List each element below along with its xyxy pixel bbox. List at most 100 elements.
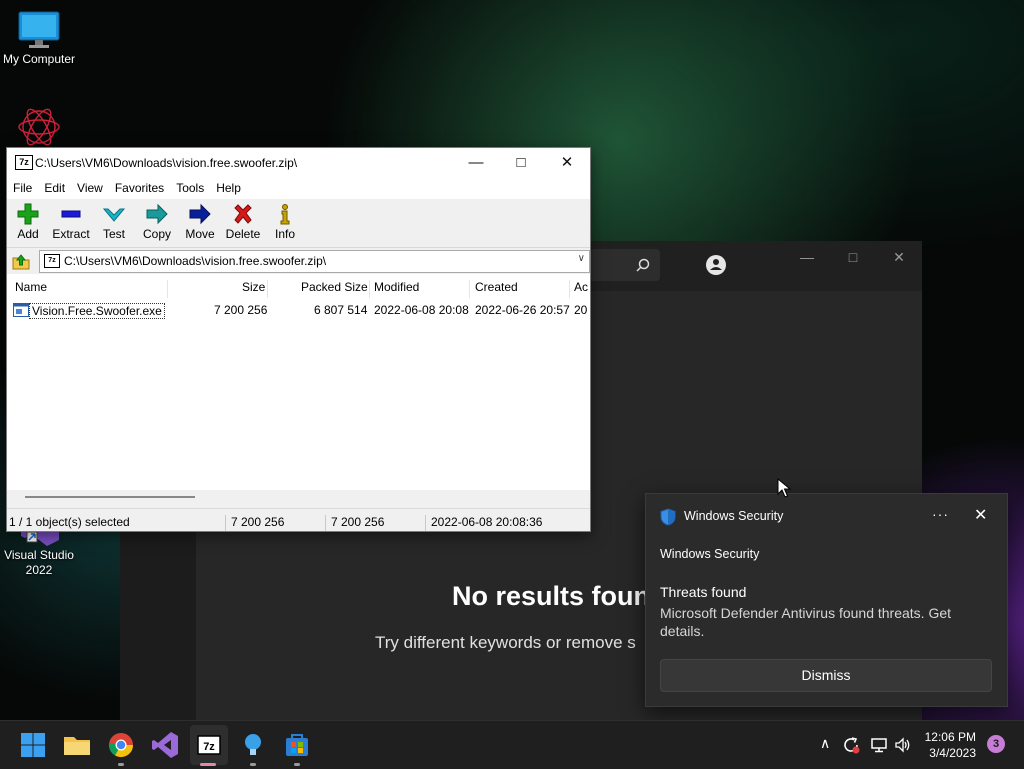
menu-favorites[interactable]: Favorites [109,177,170,199]
close-button[interactable]: ✕ [884,249,914,266]
address-bar: 7z C:\Users\VM6\Downloads\vision.free.sw… [7,249,590,273]
column-modified[interactable]: Modified [374,280,419,294]
add-button[interactable]: Add [8,203,48,241]
move-label: Move [185,227,215,241]
clock-date: 3/4/2023 [929,746,976,760]
column-size[interactable]: Size [242,280,265,294]
menu-tools[interactable]: Tools [170,177,210,199]
menu-edit[interactable]: Edit [38,177,71,199]
status-bar: 1 / 1 object(s) selected 7 200 256 7 200… [7,508,590,531]
7zip-taskbar-icon[interactable]: 7z [193,729,225,761]
file-name: Vision.Free.Swoofer.exe [29,303,165,319]
chevron-up-icon[interactable]: ∧ [820,735,830,752]
info-label: Info [274,227,295,241]
maximize-button[interactable]: □ [838,249,868,265]
check-icon [103,208,125,222]
status-selected: 1 / 1 object(s) selected [9,515,130,529]
store-icon[interactable] [281,729,313,761]
test-button[interactable]: Test [94,203,134,241]
maximize-button[interactable]: □ [498,148,544,177]
account-icon[interactable] [705,254,727,276]
delete-x-icon [234,204,252,224]
menu-file[interactable]: File [7,177,38,199]
delete-button[interactable]: Delete [223,203,263,241]
dismiss-button[interactable]: Dismiss [660,659,992,692]
file-size: 7 200 256 [214,303,268,317]
file-accessed: 20 [574,303,588,317]
security-notification[interactable]: Windows Security ··· ✕ Windows Security … [645,493,1008,707]
file-modified: 2022-06-08 20:08 [374,303,469,317]
test-label: Test [102,227,125,241]
column-created[interactable]: Created [475,280,518,294]
search-box[interactable] [590,249,660,281]
desktop-icon-app[interactable] [0,105,81,149]
move-arrow-icon [189,203,211,225]
minus-icon [61,210,81,218]
chevron-down-icon[interactable]: ∨ [578,253,585,264]
info-button[interactable]: Info [265,203,305,241]
clock-time: 12:06 PM [924,730,976,744]
clock[interactable]: 12:06 PM 3/4/2023 [918,729,976,761]
copy-label: Copy [142,227,171,241]
notification-title: Threats found [660,584,747,600]
desktop-icon-my-computer[interactable]: My Computer [0,10,81,67]
notification-app-name: Windows Security [684,509,784,523]
close-icon[interactable]: ✕ [974,505,987,525]
7zip-window: 7z C:\Users\VM6\Downloads\vision.free.sw… [6,147,591,532]
file-list: Name Size Packed Size Modified Created A… [7,274,590,506]
start-icon[interactable] [17,729,49,761]
file-explorer-icon[interactable] [61,729,93,761]
copy-button[interactable]: Copy [137,203,177,241]
notification-header: Windows Security [660,547,760,561]
mouse-cursor-icon [777,478,791,498]
taskbar: 7z ∧ 12:06 PM 3/4/2023 3 [0,720,1024,769]
window-title: C:\Users\VM6\Downloads\vision.free.swoof… [35,156,298,170]
plus-icon [17,203,39,225]
scrollbar-thumb[interactable] [25,496,195,498]
no-results-hint: Try different keywords or remove s [375,633,636,652]
network-icon[interactable] [870,736,888,754]
chrome-icon[interactable] [105,729,137,761]
running-indicator [118,763,124,766]
tips-icon[interactable] [237,729,269,761]
menu-bar: File Edit View Favorites Tools Help [7,177,590,199]
svg-text:7z: 7z [203,741,215,753]
menu-view[interactable]: View [71,177,109,199]
toolbar: Add Extract Test Copy Move Delete Info [7,199,590,248]
extract-button[interactable]: Extract [51,203,91,241]
move-button[interactable]: Move [180,203,220,241]
folder-up-icon[interactable] [11,252,31,270]
running-indicator [250,763,256,766]
update-icon[interactable] [842,736,860,754]
copy-arrow-icon [146,203,168,225]
file-packed-size: 6 807 514 [314,303,368,317]
desktop-icon-label: Visual Studio 2022 [4,548,74,577]
visual-studio-taskbar-icon[interactable] [149,729,181,761]
column-accessed[interactable]: Ac [574,280,588,294]
address-field[interactable]: 7z C:\Users\VM6\Downloads\vision.free.sw… [39,250,590,273]
status-size: 7 200 256 [231,515,285,529]
delete-label: Delete [225,227,261,241]
menu-help[interactable]: Help [210,177,247,199]
horizontal-scrollbar[interactable] [7,490,590,506]
minimize-button[interactable]: — [792,249,822,265]
extract-label: Extract [52,227,90,241]
list-header: Name Size Packed Size Modified Created A… [7,274,590,298]
address-text: C:\Users\VM6\Downloads\vision.free.swoof… [64,254,327,268]
table-row[interactable]: Vision.Free.Swoofer.exe 7 200 256 6 807 … [7,300,590,320]
status-date: 2022-06-08 20:08:36 [431,515,543,529]
file-created: 2022-06-26 20:57 [475,303,570,317]
notification-count-badge[interactable]: 3 [987,735,1005,753]
add-label: Add [17,227,39,241]
minimize-button[interactable]: — [453,148,499,177]
volume-icon[interactable] [894,736,912,754]
close-button[interactable]: ✕ [544,148,590,177]
exe-file-icon [13,303,29,317]
column-name[interactable]: Name [15,280,47,294]
computer-icon [18,11,60,48]
column-packed-size[interactable]: Packed Size [301,280,368,294]
flower-logo-icon [18,108,60,146]
title-bar[interactable]: 7z C:\Users\VM6\Downloads\vision.free.sw… [7,148,590,177]
more-options-icon[interactable]: ··· [932,506,949,522]
archive-icon: 7z [44,254,60,268]
